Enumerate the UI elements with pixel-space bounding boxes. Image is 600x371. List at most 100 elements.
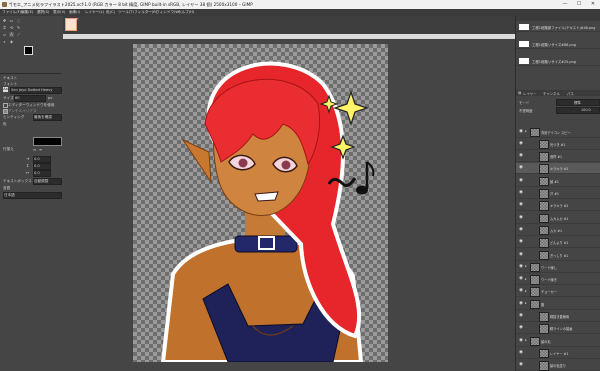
layer-row[interactable]: ◉ キラキラ #1 xyxy=(516,162,600,175)
layer-row[interactable]: ◉ 汗 #1 xyxy=(516,188,600,199)
text-tool-icon[interactable]: A xyxy=(9,32,14,37)
layer-row[interactable]: ◉ 髪の色塗り xyxy=(516,360,600,371)
bucket-tool-icon[interactable]: ◈ xyxy=(9,39,14,44)
tab-layers[interactable]: レイヤー xyxy=(523,91,536,96)
visibility-eye-icon[interactable]: ◉ xyxy=(518,264,524,269)
menu-file[interactable]: ファイル(F) xyxy=(2,10,21,15)
layer-row[interactable]: ◉ 瞳描き直線用 xyxy=(516,311,600,322)
tab-paths[interactable]: パス xyxy=(567,91,574,96)
expand-toggle-icon[interactable]: ▸ xyxy=(525,338,527,342)
layer-row[interactable]: ◉ キラキラ #2 xyxy=(516,200,600,212)
visibility-eye-icon[interactable]: ◉ xyxy=(518,301,524,306)
opacity-field[interactable] xyxy=(556,107,600,114)
visibility-eye-icon[interactable]: ◉ xyxy=(518,178,524,183)
foreground-color-swatch[interactable] xyxy=(24,46,33,55)
menu-layer[interactable]: レイヤー(L) xyxy=(85,10,104,15)
layer-name: キラキラ #2 xyxy=(550,204,569,209)
layer-thumbnail xyxy=(539,324,549,334)
rect-select-tool-icon[interactable]: ▭ xyxy=(9,18,14,23)
layer-row[interactable]: ◉ 瞳ラインの描画 xyxy=(516,323,600,335)
layer-name: 瞳描き直線用 xyxy=(550,315,570,319)
visibility-eye-icon[interactable]: ◉ xyxy=(518,227,524,232)
layer-row[interactable]: ◉ どんより #1 xyxy=(516,237,600,249)
size-value: 60 xyxy=(15,95,20,100)
layer-row[interactable]: ◉ ぎっしり #1 xyxy=(516,249,600,261)
layer-thumbnail xyxy=(539,213,549,224)
close-button[interactable]: ✕ xyxy=(586,0,600,9)
history-item[interactable]: 工程1段階リサイズ#88.png xyxy=(516,39,600,49)
expand-toggle-icon[interactable]: ▸ xyxy=(525,264,527,268)
menu-tools[interactable]: ツール(T) xyxy=(118,10,134,15)
visibility-eye-icon[interactable]: ◉ xyxy=(518,129,524,134)
layer-name: 顔 #1 xyxy=(550,179,559,184)
move-tool-icon[interactable]: ✥ xyxy=(2,18,7,23)
expand-toggle-icon[interactable]: ▸ xyxy=(525,277,527,281)
visibility-eye-icon[interactable]: ◉ xyxy=(518,276,524,281)
menu-image[interactable]: 画像(I) xyxy=(69,10,80,15)
visibility-eye-icon[interactable]: ◉ xyxy=(518,338,524,343)
expand-toggle-icon[interactable]: ▸ xyxy=(525,301,527,305)
layer-row[interactable]: ◉ 顔 #1 xyxy=(516,175,600,187)
transform-tool-icon[interactable]: ⟲ xyxy=(9,25,14,30)
zoom-tool-icon[interactable]: ⌕ xyxy=(2,39,7,44)
visibility-eye-icon[interactable]: ◉ xyxy=(518,239,524,244)
image-tab-strip: ✕ xyxy=(63,16,515,39)
visibility-eye-icon[interactable]: ◉ xyxy=(518,153,524,158)
image-tab-close-icon[interactable]: ✕ xyxy=(76,17,80,21)
visibility-eye-icon[interactable]: ◉ xyxy=(518,325,524,330)
layer-row[interactable]: ◉ ▸ 髪の毛 xyxy=(516,335,600,347)
layer-thumbnail xyxy=(539,152,549,162)
visibility-eye-icon[interactable]: ◉ xyxy=(518,215,524,220)
visibility-eye-icon[interactable]: ◉ xyxy=(518,190,524,195)
layer-row[interactable]: ◉ ムカムカ #1 xyxy=(516,212,600,224)
visibility-eye-icon[interactable]: ◉ xyxy=(518,202,524,207)
tab-channels[interactable]: チャンネル xyxy=(543,91,560,96)
visibility-eye-icon[interactable]: ◉ xyxy=(518,350,524,355)
menu-color[interactable]: 色(C) xyxy=(106,10,115,15)
layer-row[interactable]: ◉ 光つき #1 xyxy=(516,138,600,150)
visibility-eye-icon[interactable]: ◉ xyxy=(518,362,524,367)
expand-toggle-icon[interactable]: ▸ xyxy=(525,289,527,293)
history-item[interactable]: 工程1段階部ファイル(テキスト)#46.png xyxy=(516,22,600,32)
eyedropper-tool-icon[interactable]: ⟋ xyxy=(16,32,21,37)
layer-row[interactable]: ◉ ▸ チョーカー xyxy=(516,286,600,298)
history-item[interactable]: 工程1段階リサイズ#25.png xyxy=(516,56,600,66)
indent-icon: ⇥ xyxy=(26,156,30,161)
menu-filters[interactable]: フィルター(R) xyxy=(134,10,157,15)
minimize-button[interactable]: — xyxy=(558,0,572,9)
expand-toggle-icon[interactable]: ▸ xyxy=(525,129,527,133)
menu-select[interactable]: 選択(S) xyxy=(37,10,49,15)
tool-options-divider xyxy=(0,73,62,74)
layer-row[interactable]: ◉ レイヤー #1 xyxy=(516,347,600,359)
canvas-area[interactable] xyxy=(63,39,515,371)
menu-view[interactable]: 表示(V) xyxy=(53,10,65,15)
crop-tool-icon[interactable]: ⌗ xyxy=(2,25,7,30)
justify-right-icon[interactable]: ≡ xyxy=(39,147,44,152)
eraser-tool-icon[interactable]: ▱ xyxy=(2,32,7,37)
text-color-swatch[interactable] xyxy=(33,137,62,146)
menu-edit[interactable]: 編集(E) xyxy=(21,10,33,15)
layer-row[interactable]: ◉ 音符 #1 xyxy=(516,151,600,163)
layer-thumbnail xyxy=(530,127,540,137)
justify-left-icon[interactable]: ≡ xyxy=(33,147,38,152)
layer-name: 髪の毛 xyxy=(541,339,551,344)
layer-row[interactable]: ◉ ▸ 背景アイコン スピー xyxy=(516,126,600,138)
size-unit[interactable]: px xyxy=(48,96,52,100)
menu-help[interactable]: ヘルプ(H) xyxy=(178,10,194,15)
image-canvas[interactable] xyxy=(133,44,388,362)
lasso-tool-icon[interactable]: ◌ xyxy=(16,18,21,23)
layer-row[interactable]: ◉ ▸ 服 xyxy=(516,298,600,310)
layer-thumbnail xyxy=(539,176,549,187)
visibility-eye-icon[interactable]: ◉ xyxy=(518,313,524,318)
mode-label: モード xyxy=(519,101,530,105)
layer-row[interactable]: ◉ ムカ #1 xyxy=(516,224,600,236)
visibility-eye-icon[interactable]: ◉ xyxy=(518,165,524,170)
paintbrush-tool-icon[interactable]: ✎ xyxy=(16,25,21,30)
visibility-eye-icon[interactable]: ◉ xyxy=(518,288,524,293)
visibility-eye-icon[interactable]: ◉ xyxy=(518,252,524,257)
layer-row[interactable]: ◉ ▸ ワード線し xyxy=(516,261,600,273)
visibility-eye-icon[interactable]: ◉ xyxy=(518,141,524,146)
maximize-button[interactable]: ☐ xyxy=(572,0,586,9)
layer-row[interactable]: ◉ ▸ ワード線き xyxy=(516,274,600,286)
menu-windows[interactable]: ウィンドウ(W) xyxy=(156,10,180,15)
